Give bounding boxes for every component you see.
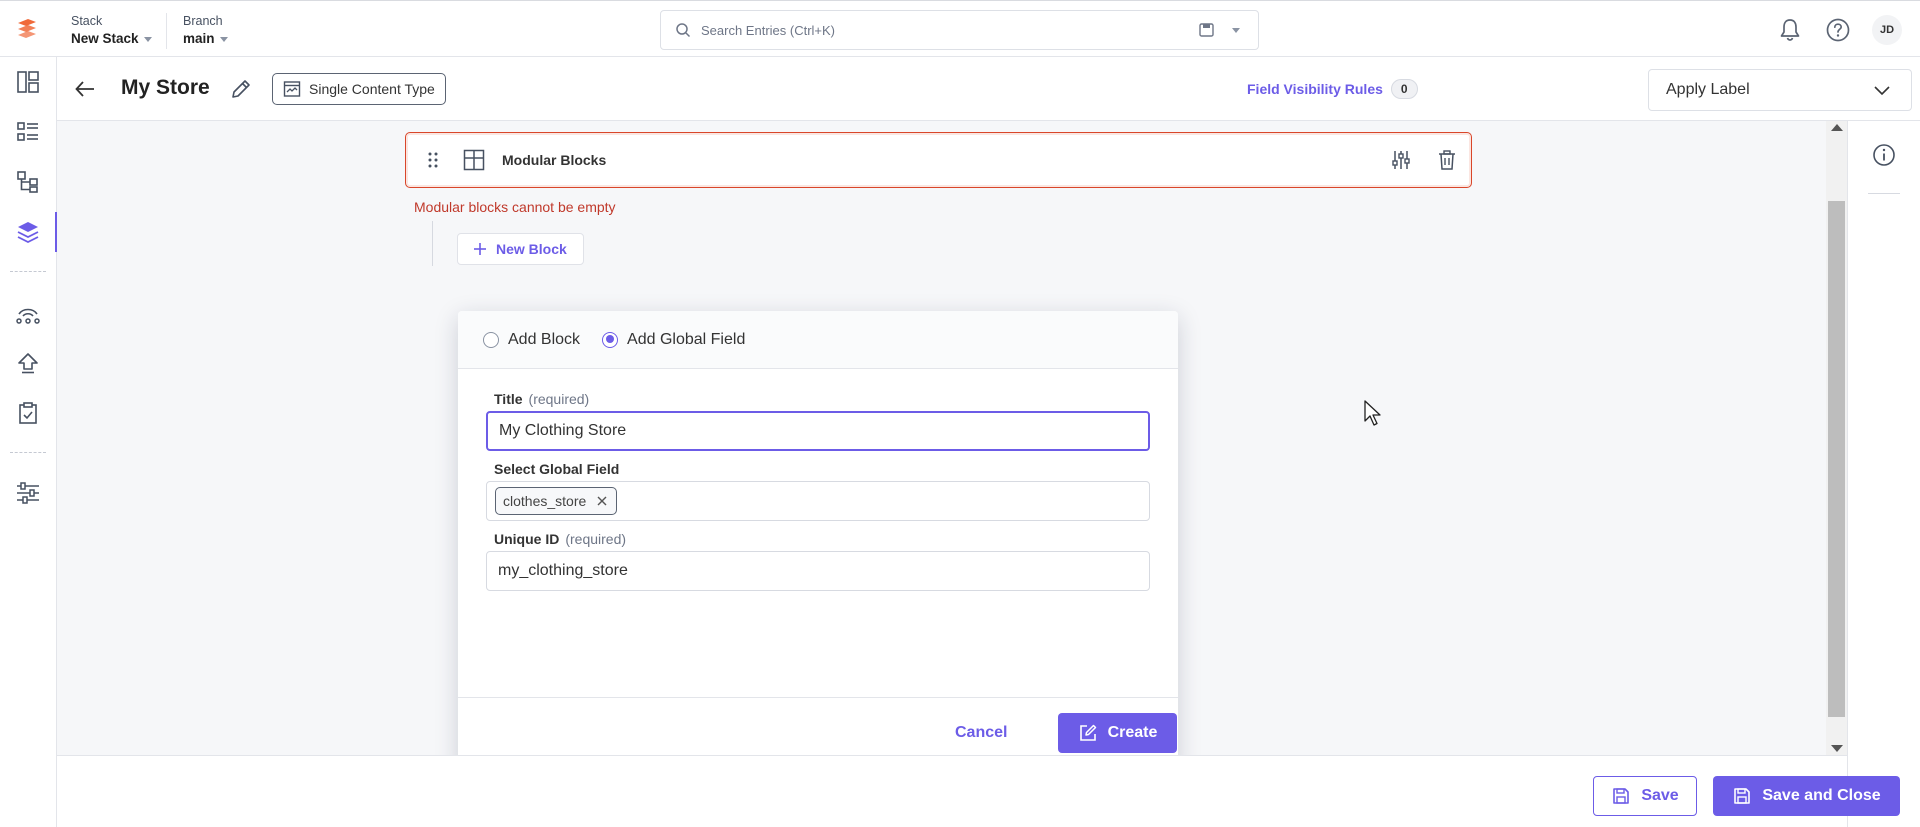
block-type-options: Add Block Add Global Field (458, 311, 1178, 369)
modular-blocks-error: Modular blocks cannot be empty (414, 199, 616, 215)
content-type-badge-label: Single Content Type (309, 81, 435, 97)
create-button[interactable]: Create (1058, 713, 1177, 753)
user-avatar[interactable]: JD (1872, 15, 1902, 45)
add-block-radio[interactable]: Add Block (483, 331, 580, 349)
rail-divider (10, 271, 46, 272)
radio-unselected-icon (483, 331, 499, 348)
webhooks-icon[interactable] (14, 300, 42, 328)
cancel-button[interactable]: Cancel (955, 724, 1007, 742)
builder-canvas: Modular Blocks Modular blocks cannot be … (57, 121, 1847, 755)
selected-global-field-tag-label: clothes_store (503, 493, 587, 509)
create-button-label: Create (1107, 724, 1158, 741)
top-bar: Stack New Stack Branch main Search Entri… (0, 0, 1920, 57)
add-block-dialog: Add Block Add Global Field Title (require… (458, 311, 1178, 755)
scroll-up-arrow-icon[interactable] (1831, 124, 1843, 131)
rail-divider (10, 452, 46, 453)
contentstack-logo-icon[interactable] (14, 17, 40, 41)
apply-label-dropdown[interactable]: Apply Label (1648, 69, 1912, 111)
notification-bell-icon[interactable] (1776, 16, 1804, 44)
chevron-down-icon (1874, 86, 1890, 96)
title-label: Title (494, 391, 523, 407)
search-icon (676, 23, 691, 38)
content-models-icon[interactable] (14, 168, 42, 196)
apply-label-text: Apply Label (1666, 81, 1750, 98)
stack-layers-icon[interactable] (14, 212, 57, 252)
save-floppy-icon (1734, 788, 1751, 804)
search-placeholder: Search Entries (Ctrl+K) (701, 22, 836, 38)
uid-field-label: Unique ID (required) (494, 531, 626, 547)
add-block-option-label: Add Block (508, 330, 581, 348)
uid-label: Unique ID (494, 531, 560, 547)
saved-search-icon[interactable] (1198, 22, 1216, 38)
settings-sliders-icon[interactable] (14, 479, 42, 507)
title-required-hint: (required) (528, 391, 590, 407)
scroll-down-arrow-icon[interactable] (1831, 745, 1843, 752)
entries-list-icon[interactable] (14, 118, 42, 146)
help-question-icon[interactable] (1824, 16, 1852, 44)
drag-handle-icon[interactable] (426, 150, 440, 170)
field-visibility-count: 0 (1390, 79, 1418, 99)
modular-blocks-title: Modular Blocks (502, 152, 607, 168)
select-global-field-input[interactable]: clothes_store (486, 481, 1150, 521)
plus-icon (474, 243, 486, 255)
save-and-close-label: Save and Close (1762, 787, 1881, 804)
content-type-badge[interactable]: Single Content Type (272, 73, 446, 105)
branch-value: main (183, 31, 215, 46)
stack-selector[interactable]: Stack New Stack (71, 13, 152, 49)
title-input[interactable]: My Clothing Store (486, 411, 1150, 451)
branch-label: Branch (183, 14, 223, 28)
edit-pencil-icon[interactable] (229, 77, 253, 101)
search-entries-input[interactable]: Search Entries (Ctrl+K) (660, 10, 1259, 50)
title-input-value: My Clothing Store (499, 422, 627, 439)
add-global-field-option-label: Add Global Field (627, 330, 746, 348)
uid-required-hint: (required) (565, 531, 627, 547)
right-side-rail (1847, 121, 1920, 827)
save-button[interactable]: Save (1593, 776, 1697, 816)
select-global-field-label: Select Global Field (494, 461, 620, 477)
page-footer: Save Save and Close (57, 755, 1900, 827)
scrollbar-thumb[interactable] (1828, 201, 1845, 717)
block-tree-line (432, 221, 433, 266)
dialog-footer: Cancel Create (458, 697, 1178, 755)
field-visibility-label: Field Visibility Rules (1247, 81, 1383, 97)
selected-global-field-tag: clothes_store (495, 487, 618, 515)
single-content-type-icon (283, 81, 301, 97)
chevron-down-icon (219, 36, 228, 42)
delete-trash-icon[interactable] (1436, 149, 1458, 171)
search-options-chevron-icon[interactable] (1232, 27, 1240, 33)
stack-label: Stack (71, 14, 103, 28)
field-visibility-rules-link[interactable]: Field Visibility Rules 0 (1247, 79, 1418, 99)
save-floppy-icon (1613, 788, 1630, 804)
info-icon[interactable] (1872, 143, 1896, 167)
title-field-label: Title (required) (494, 391, 589, 407)
right-rail-divider (1868, 193, 1900, 194)
deploy-icon[interactable] (14, 349, 42, 377)
add-global-field-radio[interactable]: Add Global Field (602, 331, 745, 349)
dashboard-icon[interactable] (14, 68, 42, 96)
unique-id-value: my_clothing_store (498, 562, 628, 579)
canvas-scrollbar[interactable] (1826, 121, 1847, 755)
chevron-down-icon (143, 36, 152, 42)
field-settings-icon[interactable] (1390, 149, 1412, 171)
save-button-label: Save (1641, 787, 1679, 804)
left-nav-rail (0, 57, 57, 827)
unique-id-input[interactable]: my_clothing_store (486, 551, 1150, 591)
new-block-label: New Block (496, 241, 567, 257)
page-title: My Store (121, 76, 210, 99)
create-edit-icon (1079, 724, 1096, 741)
branch-selector[interactable]: Branch main (166, 13, 228, 49)
remove-tag-close-icon[interactable] (596, 495, 608, 507)
tasks-icon[interactable] (14, 399, 42, 427)
modular-blocks-icon (463, 149, 485, 171)
stack-value: New Stack (71, 31, 139, 46)
back-arrow-icon[interactable] (73, 77, 97, 101)
mouse-pointer-icon (1364, 400, 1381, 426)
radio-selected-icon (602, 331, 619, 348)
save-and-close-button[interactable]: Save and Close (1713, 776, 1900, 816)
modular-blocks-field[interactable]: Modular Blocks (405, 132, 1472, 188)
content-type-header: My Store Single Content Type Field Visib… (57, 57, 1920, 121)
new-block-button[interactable]: New Block (457, 233, 584, 265)
